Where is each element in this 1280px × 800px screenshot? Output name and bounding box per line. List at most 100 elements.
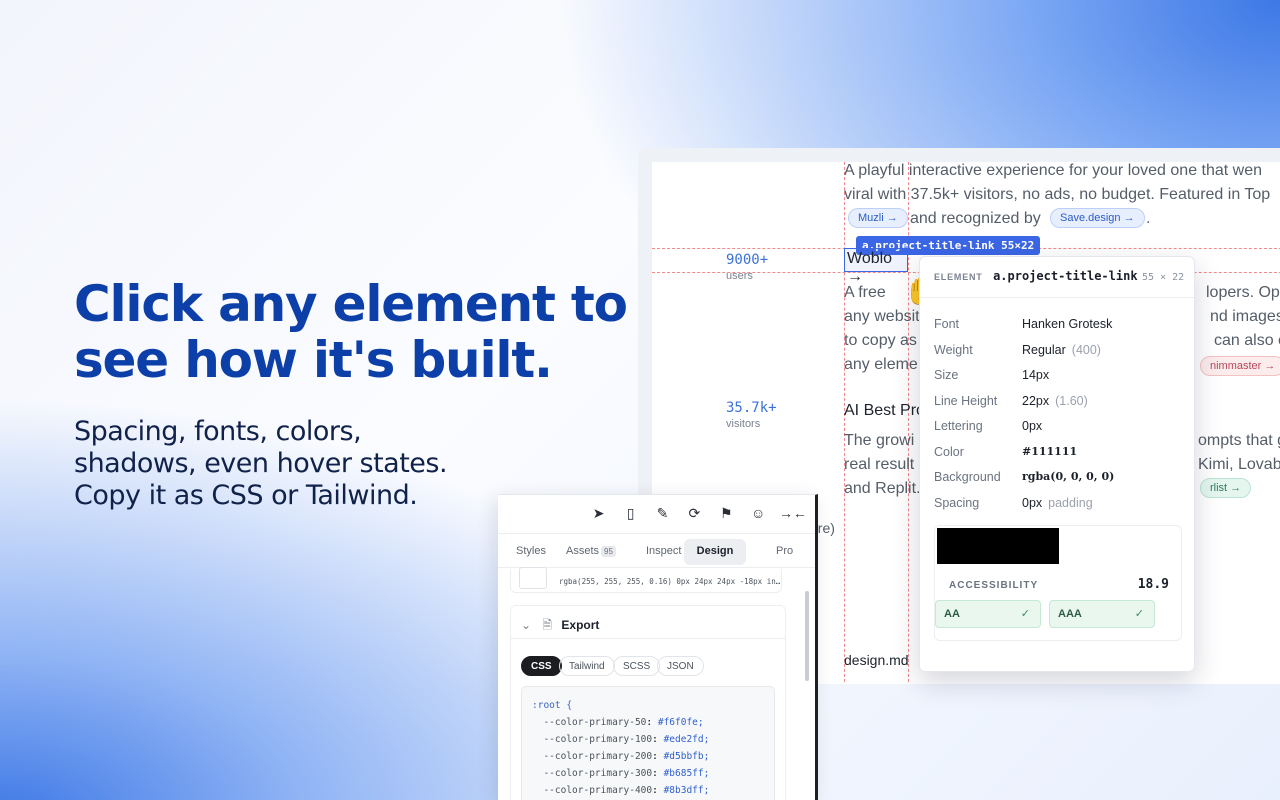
inspector-element-label: ELEMENT: [934, 272, 983, 282]
prop-key: Lettering: [934, 419, 983, 433]
project-desc-line-3: and recognized by: [910, 210, 1041, 227]
check-icon: ✓: [1134, 608, 1144, 620]
shadow-value: rgba(255, 255, 255, 0.16) 0px 24px 24px …: [559, 577, 781, 586]
hero-headline-line-1: Click any element to: [74, 275, 628, 333]
inspector-selector: a.project-title-link: [993, 269, 1138, 283]
tab-design[interactable]: Design: [684, 539, 746, 565]
stat-visitors-label: visitors: [726, 418, 761, 430]
project-desc-line-3-end: .: [1146, 210, 1151, 227]
prop-value: Hanken Grotesk: [1022, 317, 1113, 331]
project-2-line-3: to copy as: [844, 332, 917, 349]
contrast-ratio: 18.9: [1137, 577, 1169, 592]
project-3-line-1: The growi: [844, 432, 915, 449]
hero-subtitle-line-1: Spacing, fonts, colors,: [74, 416, 362, 447]
collapse-icon[interactable]: →←: [779, 505, 807, 521]
code-selector: :root {: [532, 700, 573, 711]
prop-lettering: Lettering 0px: [934, 419, 1184, 437]
inspector-header: ELEMENT a.project-title-link 55 × 22: [934, 267, 1185, 287]
prop-line-height: Line Height 22px (1.60): [934, 394, 1184, 412]
format-json[interactable]: JSON: [657, 656, 704, 676]
project-3-line-3: and Replit.: [844, 480, 921, 497]
tab-pro[interactable]: Pro: [766, 539, 803, 565]
devtools-tabs: Styles Assets 95 Inspect Design Pro: [506, 539, 807, 565]
tab-styles[interactable]: Styles: [506, 539, 556, 565]
prop-key: Spacing: [934, 496, 980, 510]
project-2-line-1-end: lopers. Ope: [1206, 284, 1280, 301]
prop-value: Regular (400): [1022, 343, 1101, 357]
hero-headline: Click any element to see how it's built.: [74, 276, 634, 388]
stat-users-label: users: [726, 270, 753, 282]
inspector-dimensions: 55 × 22: [1142, 272, 1185, 283]
prop-spacing: Spacing 0px padding: [934, 496, 1184, 514]
cursor-select-icon[interactable]: ➤: [588, 505, 610, 522]
prop-font: Font Hanken Grotesk: [934, 317, 1184, 335]
device-icon[interactable]: ▯: [620, 505, 642, 522]
shadow-preview: [519, 567, 547, 589]
save-design-link[interactable]: Save.design →: [1050, 208, 1145, 228]
muzli-link[interactable]: Muzli →: [848, 208, 908, 228]
prop-value[interactable]: #111111: [1022, 445, 1077, 458]
hero-headline-line-2: see how it's built.: [74, 331, 553, 389]
prop-background: Background rgba(0, 0, 0, 0): [934, 470, 1184, 488]
bookmark-icon[interactable]: ⚑: [715, 505, 737, 522]
export-divider: [511, 638, 785, 639]
prop-key: Color: [934, 445, 964, 459]
scrollbar[interactable]: [805, 591, 809, 681]
color-swatch[interactable]: [937, 528, 1059, 564]
prop-value: 0px padding: [1022, 496, 1093, 510]
chevron-down-icon[interactable]: ⌄: [521, 618, 531, 632]
prop-value: 0px: [1022, 419, 1043, 433]
project-3-line-1-end: ompts that g: [1198, 432, 1280, 449]
project-2-line-4: any eleme: [844, 356, 918, 373]
hero-subtitle: Spacing, fonts, colors, shadows, even ho…: [74, 416, 534, 512]
prop-color: Color #111111: [934, 445, 1184, 463]
check-icon: ✓: [1020, 608, 1030, 620]
format-css[interactable]: CSS: [521, 656, 562, 676]
prop-key: Line Height: [934, 394, 998, 408]
tab-assets[interactable]: Assets 95: [556, 539, 626, 565]
animmaster-link[interactable]: nimmaster →: [1200, 356, 1280, 376]
prop-value: 14px: [1022, 368, 1050, 382]
prop-key: Weight: [934, 343, 973, 357]
aa-badge: AA ✓: [935, 600, 1041, 628]
file-icon: 🗎: [542, 618, 553, 632]
hero-subtitle-line-3: Copy it as CSS or Tailwind.: [74, 480, 418, 511]
ruler-icon[interactable]: ✎: [651, 505, 673, 522]
code-line: --color-primary-50: #f6f0fe;: [543, 717, 704, 728]
prop-size: Size 14px: [934, 368, 1184, 386]
refresh-icon[interactable]: ⟳: [683, 505, 705, 522]
toolbar-divider: [498, 533, 815, 534]
design-md-title: design.md: [844, 652, 909, 668]
list-link[interactable]: rlist →: [1200, 478, 1252, 498]
hero: Click any element to see how it's built.…: [74, 276, 634, 512]
aaa-badge: AAA ✓: [1049, 600, 1155, 628]
prop-value: 22px (1.60): [1022, 394, 1088, 408]
inspector-divider: [920, 297, 1194, 298]
format-tailwind[interactable]: Tailwind: [559, 656, 615, 676]
hero-subtitle-line-2: shadows, even hover states.: [74, 448, 448, 479]
accessibility-label: ACCESSIBILITY: [949, 580, 1039, 591]
project-2-line-2-end: nd images, r: [1210, 308, 1280, 325]
shadow-token-row[interactable]: rgba(255, 255, 255, 0.16) 0px 24px 24px …: [510, 567, 782, 593]
user-icon[interactable]: ☺: [747, 505, 769, 521]
format-scss[interactable]: SCSS: [613, 656, 661, 676]
devtools-panel: ➤ ▯ ✎ ⟳ ⚑ ☺ →← Styles Assets 95 Inspect D…: [498, 494, 818, 800]
prop-value[interactable]: rgba(0, 0, 0, 0): [1022, 470, 1114, 483]
export-header[interactable]: ⌄ 🗎 Export: [521, 616, 599, 637]
accessibility-panel: ACCESSIBILITY 18.9 AA ✓ AAA ✓: [934, 525, 1182, 641]
project-title-link[interactable]: Woblo →: [844, 248, 908, 285]
project-2-line-1: A free: [844, 284, 886, 301]
project-2-line-2: any websit: [844, 308, 920, 325]
project-3-line-2-end: Kimi, Lovabl: [1198, 456, 1280, 473]
prop-key: Background: [934, 470, 1001, 484]
project-3-line-2: real result: [844, 456, 915, 473]
stat-users-value: 9000+: [726, 252, 769, 268]
export-code-block[interactable]: :root { --color-primary-50: #f6f0fe; --c…: [521, 686, 775, 800]
code-line: --color-primary-400: #8b3dff;: [543, 785, 710, 796]
assets-count-badge: 95: [601, 546, 616, 557]
prop-key: Size: [934, 368, 959, 382]
project-3-title[interactable]: AI Best Pro: [844, 402, 925, 420]
project-desc-line-2: viral with 37.5k+ visitors, no ads, no b…: [844, 186, 1271, 203]
prop-weight: Weight Regular (400): [934, 343, 1184, 361]
devtools-toolbar: ➤ ▯ ✎ ⟳ ⚑ ☺ →←: [582, 505, 807, 525]
